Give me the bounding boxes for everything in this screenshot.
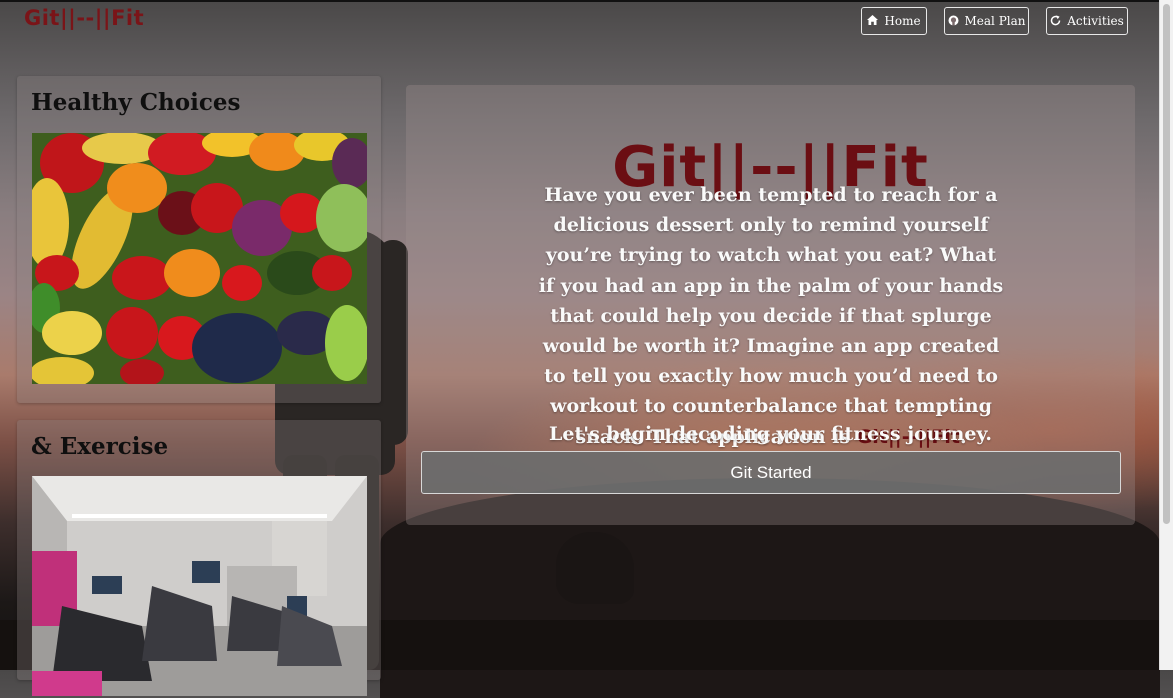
- brand-logo-link[interactable]: Git||--||Fit: [24, 6, 144, 30]
- exercise-card: & Exercise: [17, 420, 381, 696]
- healthy-choices-title: Healthy Choices: [31, 89, 241, 116]
- home-icon: [867, 15, 879, 27]
- healthy-choices-card: Healthy Choices: [17, 76, 381, 403]
- nav-meal-plan-label: Meal Plan: [964, 14, 1026, 28]
- exercise-title: & Exercise: [31, 433, 169, 460]
- nav-home-button[interactable]: Home: [861, 7, 927, 35]
- scrollbar-thumb[interactable]: [1163, 4, 1170, 524]
- git-started-button[interactable]: Git Started: [421, 451, 1121, 494]
- refresh-icon: [1050, 14, 1061, 28]
- silhouette-arm: [378, 240, 408, 445]
- vegetables-image: [32, 133, 367, 384]
- nav-activities-button[interactable]: Activities: [1046, 7, 1128, 35]
- hero-paragraph-text: Have you ever been tempted to reach for …: [538, 184, 1004, 448]
- hero-paragraph: Have you ever been tempted to reach for …: [536, 180, 1006, 452]
- github-icon: [948, 15, 959, 28]
- nav-meal-plan-button[interactable]: Meal Plan: [944, 7, 1029, 35]
- gym-image: [32, 476, 367, 696]
- nav-activities-label: Activities: [1067, 14, 1124, 28]
- nav-home-label: Home: [884, 14, 921, 28]
- background-rock: [556, 532, 634, 604]
- scrollbar[interactable]: [1159, 0, 1173, 670]
- hero-card: Git||--||Fit Have you ever been tempted …: [406, 85, 1135, 525]
- top-border: [0, 0, 1173, 2]
- hero-tagline: Let's begin decoding your fitness journe…: [549, 423, 992, 445]
